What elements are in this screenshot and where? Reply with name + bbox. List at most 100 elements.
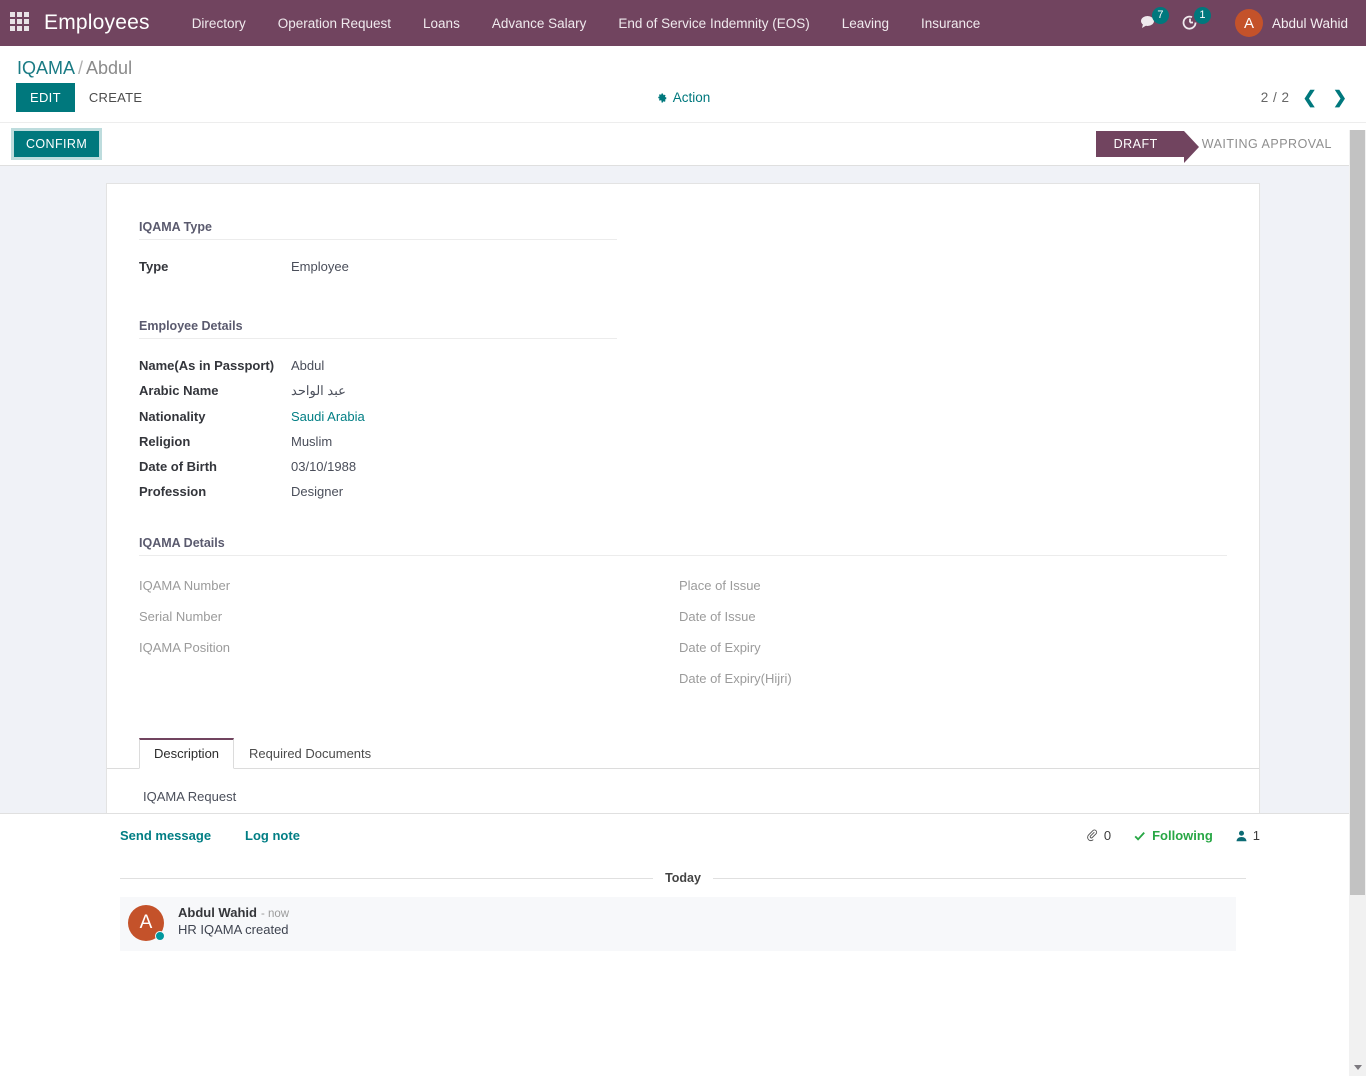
followers-button[interactable]: 1 bbox=[1235, 828, 1260, 843]
attachments-count: 0 bbox=[1103, 828, 1112, 843]
window-scroll-down-icon[interactable] bbox=[1349, 1059, 1366, 1076]
avatar: A bbox=[1234, 9, 1263, 37]
gear-icon bbox=[658, 93, 667, 102]
message-avatar: A bbox=[128, 905, 165, 941]
action-menu-button[interactable]: Action bbox=[656, 90, 711, 105]
messages-button[interactable]: 7 bbox=[1133, 7, 1171, 37]
tab-required-documents[interactable]: Required Documents bbox=[234, 738, 386, 769]
message-text: HR IQAMA created bbox=[178, 922, 289, 937]
group-employee-details-fields: Name(As in Passport) Abdul Arabic Name ع… bbox=[139, 353, 365, 504]
menu-item-leaving[interactable]: Leaving bbox=[826, 10, 905, 37]
breadcrumb-separator: / bbox=[78, 58, 84, 78]
user-menu[interactable]: A Abdul Wahid bbox=[1231, 7, 1352, 39]
field-label-date-of-expiry-hijri: Date of Expiry(Hijri) bbox=[679, 671, 792, 686]
field-label-date-of-issue: Date of Issue bbox=[679, 609, 756, 624]
separator-line-left bbox=[120, 877, 654, 879]
activities-badge: 1 bbox=[1193, 7, 1211, 24]
field-label-religion: Religion bbox=[139, 434, 191, 449]
field-label-iqama-position: IQAMA Position bbox=[139, 640, 231, 655]
create-button[interactable]: CREATE bbox=[75, 83, 157, 112]
status-badge-waiting-approval[interactable]: WAITING APPROVAL bbox=[1184, 131, 1350, 157]
app-brand-title[interactable]: Employees bbox=[44, 11, 150, 35]
notebook-page-description[interactable]: IQAMA Request bbox=[139, 769, 1227, 813]
chatter-toolbar: Send message Log note 0 Following 1 bbox=[0, 828, 1366, 843]
action-menu-label: Action bbox=[672, 90, 711, 105]
field-value-arabic-name[interactable]: عبد الواحد bbox=[291, 378, 365, 404]
group-title-iqama-type: IQAMA Type bbox=[139, 220, 617, 240]
menu-item-insurance[interactable]: Insurance bbox=[905, 10, 996, 37]
iqama-details-right-fields: Place of Issue Date of Issue Date of Exp… bbox=[679, 570, 831, 694]
notebook: Description Required Documents IQAMA Req… bbox=[107, 738, 1259, 813]
paperclip-icon bbox=[1087, 829, 1097, 841]
menu-item-directory[interactable]: Directory bbox=[176, 10, 262, 37]
pager-value: 2 / 2 bbox=[1260, 90, 1290, 105]
apps-grid-icon[interactable] bbox=[10, 12, 32, 34]
field-label-type: Type bbox=[139, 259, 169, 274]
message-author: Abdul Wahid bbox=[178, 905, 257, 920]
message-avatar-initial: A bbox=[139, 912, 153, 933]
field-row-place-of-issue: Place of Issue bbox=[679, 570, 831, 601]
field-label-iqama-number: IQAMA Number bbox=[139, 578, 231, 593]
tab-description[interactable]: Description bbox=[139, 738, 235, 769]
field-row-nationality: Nationality Saudi Arabia bbox=[139, 404, 365, 429]
field-row-iqama-position: IQAMA Position bbox=[139, 632, 291, 663]
field-row-date-of-expiry: Date of Expiry bbox=[679, 632, 831, 663]
window-scrollbar[interactable] bbox=[1349, 130, 1366, 1076]
edit-button[interactable]: EDIT bbox=[16, 83, 75, 112]
menu-item-loans[interactable]: Loans bbox=[407, 10, 476, 37]
main-menu: Directory Operation Request Loans Advanc… bbox=[176, 10, 997, 37]
top-navbar: Employees Directory Operation Request Lo… bbox=[0, 0, 1366, 46]
field-row-name-passport: Name(As in Passport) Abdul bbox=[139, 353, 365, 378]
chevron-right-icon[interactable]: ❯ bbox=[1330, 89, 1350, 106]
field-row-serial-number: Serial Number bbox=[139, 601, 291, 632]
log-note-button[interactable]: Log note bbox=[245, 828, 300, 843]
send-message-button[interactable]: Send message bbox=[120, 828, 211, 843]
menu-item-eos[interactable]: End of Service Indemnity (EOS) bbox=[602, 10, 825, 37]
confirm-button[interactable]: CONFIRM bbox=[14, 131, 100, 157]
field-row-religion: Religion Muslim bbox=[139, 429, 365, 454]
chatter: Send message Log note 0 Following 1 Toda… bbox=[0, 813, 1366, 1002]
following-button[interactable]: Following bbox=[1133, 828, 1213, 843]
record-pager: 2 / 2 ❮ ❯ bbox=[1261, 89, 1350, 106]
group-iqama-details-columns: IQAMA Number Serial Number IQAMA Positio… bbox=[139, 570, 1227, 694]
breadcrumb: IQAMA / Abdul bbox=[16, 46, 1350, 83]
group-title-iqama-details: IQAMA Details bbox=[139, 536, 1227, 556]
followers-count: 1 bbox=[1252, 828, 1260, 843]
field-value-nationality[interactable]: Saudi Arabia bbox=[291, 404, 365, 429]
field-value-date-of-birth[interactable]: 03/10/1988 bbox=[291, 454, 365, 479]
attachments-button[interactable]: 0 bbox=[1085, 828, 1111, 843]
field-value-type[interactable]: Employee bbox=[291, 254, 349, 279]
chatter-status-group: 0 Following 1 bbox=[1085, 828, 1260, 843]
field-label-name-passport: Name(As in Passport) bbox=[139, 358, 275, 373]
iqama-details-left-fields: IQAMA Number Serial Number IQAMA Positio… bbox=[139, 570, 291, 663]
status-stages: DRAFT WAITING APPROVAL bbox=[1095, 131, 1350, 163]
field-row-date-of-issue: Date of Issue bbox=[679, 601, 831, 632]
breadcrumb-root[interactable]: IQAMA bbox=[17, 58, 75, 78]
form-sheet: IQAMA Type Type Employee Employee Detail… bbox=[106, 183, 1260, 813]
message-item: A Abdul Wahid - now HR IQAMA created bbox=[120, 897, 1236, 951]
status-badge-draft[interactable]: DRAFT bbox=[1095, 131, 1199, 163]
notebook-tabs: Description Required Documents bbox=[107, 738, 1259, 769]
statusbar-row: CONFIRM DRAFT WAITING APPROVAL bbox=[0, 122, 1366, 166]
chevron-left-icon[interactable]: ❮ bbox=[1300, 89, 1320, 106]
breadcrumb-current: Abdul bbox=[86, 58, 133, 78]
field-value-profession[interactable]: Designer bbox=[291, 479, 365, 504]
field-label-place-of-issue: Place of Issue bbox=[679, 578, 761, 593]
activities-button[interactable]: 1 bbox=[1175, 7, 1213, 37]
field-label-serial-number: Serial Number bbox=[139, 609, 223, 624]
user-icon bbox=[1236, 830, 1247, 841]
field-value-religion[interactable]: Muslim bbox=[291, 429, 365, 454]
message-timestamp: - now bbox=[260, 908, 290, 920]
field-value-name-passport[interactable]: Abdul bbox=[291, 353, 365, 378]
group-title-employee-details: Employee Details bbox=[139, 319, 617, 339]
navbar-right-tools: 7 1 A Abdul Wahid bbox=[1133, 7, 1352, 39]
menu-item-operation-request[interactable]: Operation Request bbox=[262, 10, 407, 37]
separator-line-right bbox=[712, 877, 1247, 879]
group-iqama-type-fields: Type Employee bbox=[139, 254, 349, 279]
menu-item-advance-salary[interactable]: Advance Salary bbox=[476, 10, 603, 37]
window-scrollbar-thumb[interactable] bbox=[1350, 130, 1365, 895]
field-label-nationality: Nationality bbox=[139, 409, 206, 424]
field-row-profession: Profession Designer bbox=[139, 479, 365, 504]
user-name-label: Abdul Wahid bbox=[1271, 15, 1348, 31]
form-scroll-area: IQAMA Type Type Employee Employee Detail… bbox=[0, 166, 1366, 813]
